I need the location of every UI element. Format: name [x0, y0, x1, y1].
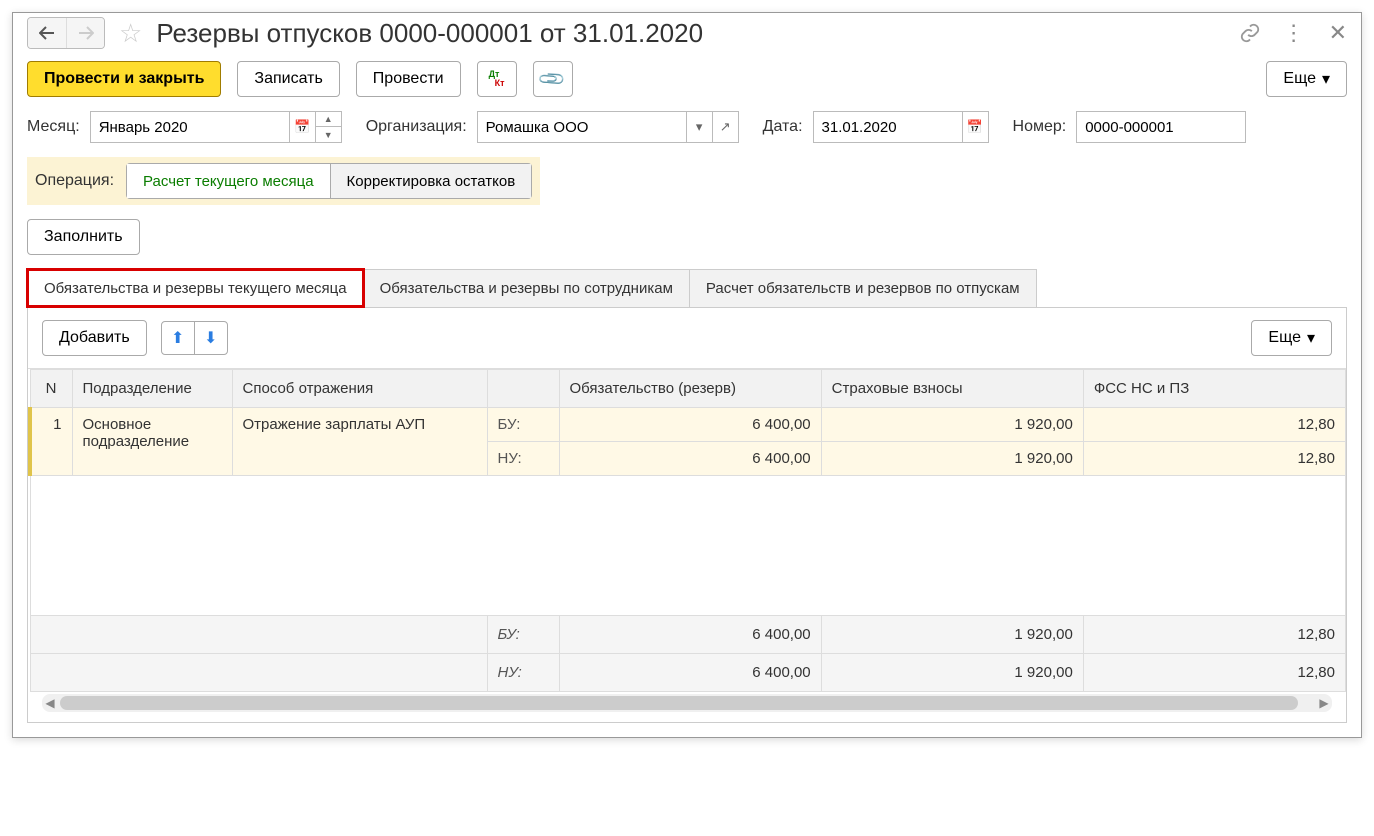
number-input[interactable] — [1076, 111, 1246, 143]
chevron-down-icon: ▾ — [1307, 328, 1315, 348]
cell-row-number: 1 — [30, 408, 72, 476]
calendar-icon: 📅 — [294, 119, 310, 135]
org-input[interactable] — [477, 111, 687, 143]
nav-forward-button[interactable] — [66, 18, 104, 48]
table-row[interactable]: 1 Основное подразделение Отражение зарпл… — [30, 408, 1346, 476]
fill-button[interactable]: Заполнить — [27, 219, 140, 255]
total-bu-liability: 6 400,00 — [559, 616, 821, 654]
col-liability[interactable]: Обязательство (резерв) — [559, 370, 821, 408]
month-down-button[interactable]: ▼ — [316, 127, 342, 143]
calendar-icon: 📅 — [967, 119, 983, 135]
date-label: Дата: — [763, 118, 803, 136]
col-fss[interactable]: ФСС НС и ПЗ — [1083, 370, 1345, 408]
cell-nu-insurance: 1 920,00 — [821, 442, 1083, 476]
tab-liabilities-employees[interactable]: Обязательства и резервы по сотрудникам — [364, 269, 690, 307]
totals-nu-row: НУ: 6 400,00 1 920,00 12,80 — [30, 654, 1346, 692]
post-button[interactable]: Провести — [356, 61, 461, 97]
cell-nu-liability: 6 400,00 — [559, 442, 821, 476]
date-calendar-button[interactable]: 📅 — [963, 111, 989, 143]
post-and-close-button[interactable]: Провести и закрыть — [27, 61, 221, 97]
cell-dept: Основное подразделение — [72, 408, 232, 476]
operation-adjust-balances-button[interactable]: Корректировка остатков — [331, 163, 533, 199]
tab-calc-vacation[interactable]: Расчет обязательств и резервов по отпуск… — [690, 269, 1037, 307]
month-label: Месяц: — [27, 118, 80, 136]
dtkt-button[interactable]: ДтКт — [477, 61, 517, 97]
cell-method: Отражение зарплаты АУП — [232, 408, 487, 476]
org-label: Организация: — [366, 118, 467, 136]
favorite-star-icon[interactable]: ☆ — [119, 18, 142, 49]
paperclip-icon: 📎 — [537, 64, 568, 95]
cell-nu-fss: 12,80 — [1083, 442, 1345, 476]
sub-more-button[interactable]: Еще ▾ — [1251, 320, 1332, 356]
record-button[interactable]: Записать — [237, 61, 339, 97]
col-dept[interactable]: Подразделение — [72, 370, 232, 408]
number-label: Номер: — [1013, 118, 1067, 136]
scroll-right-icon[interactable]: ▶ — [1316, 694, 1332, 712]
operation-label: Операция: — [35, 172, 114, 190]
nav-back-button[interactable] — [28, 18, 66, 48]
col-type-empty — [487, 370, 559, 408]
total-nu-insurance: 1 920,00 — [821, 654, 1083, 692]
add-button[interactable]: Добавить — [42, 320, 147, 356]
month-calendar-button[interactable]: 📅 — [290, 111, 316, 143]
more-button[interactable]: Еще ▾ — [1266, 61, 1347, 97]
total-bu-insurance: 1 920,00 — [821, 616, 1083, 654]
move-up-button[interactable]: ⬆ — [161, 321, 195, 355]
scroll-left-icon[interactable]: ◀ — [42, 694, 58, 712]
col-insurance[interactable]: Страховые взносы — [821, 370, 1083, 408]
kebab-menu-icon[interactable]: ⋮ — [1283, 20, 1307, 46]
operation-current-month-button[interactable]: Расчет текущего месяца — [126, 163, 331, 199]
month-up-button[interactable]: ▲ — [316, 111, 342, 127]
link-icon[interactable] — [1239, 22, 1261, 44]
col-method[interactable]: Способ отражения — [232, 370, 487, 408]
col-n[interactable]: N — [30, 370, 72, 408]
cell-bu-label: БУ: — [487, 408, 559, 442]
cell-bu-liability: 6 400,00 — [559, 408, 821, 442]
page-title: Резервы отпусков 0000-000001 от 31.01.20… — [156, 18, 1230, 49]
cell-bu-fss: 12,80 — [1083, 408, 1345, 442]
horizontal-scrollbar[interactable]: ◀ ▶ — [42, 694, 1332, 712]
month-input[interactable] — [90, 111, 290, 143]
date-input[interactable] — [813, 111, 963, 143]
org-dropdown-button[interactable]: ▾ — [687, 111, 713, 143]
table-empty-space — [30, 476, 1346, 616]
reserves-table: N Подразделение Способ отражения Обязате… — [28, 369, 1346, 692]
totals-bu-row: БУ: 6 400,00 1 920,00 12,80 — [30, 616, 1346, 654]
cell-bu-insurance: 1 920,00 — [821, 408, 1083, 442]
cell-nu-label: НУ: — [487, 442, 559, 476]
tab-liabilities-current[interactable]: Обязательства и резервы текущего месяца — [27, 269, 364, 307]
total-nu-liability: 6 400,00 — [559, 654, 821, 692]
chevron-down-icon: ▾ — [1322, 69, 1330, 89]
move-down-button[interactable]: ⬇ — [194, 321, 228, 355]
close-icon[interactable]: ✕ — [1329, 20, 1347, 46]
org-open-button[interactable]: ↗ — [713, 111, 739, 143]
total-nu-fss: 12,80 — [1083, 654, 1345, 692]
total-bu-fss: 12,80 — [1083, 616, 1345, 654]
attach-button[interactable]: 📎 — [533, 61, 573, 97]
